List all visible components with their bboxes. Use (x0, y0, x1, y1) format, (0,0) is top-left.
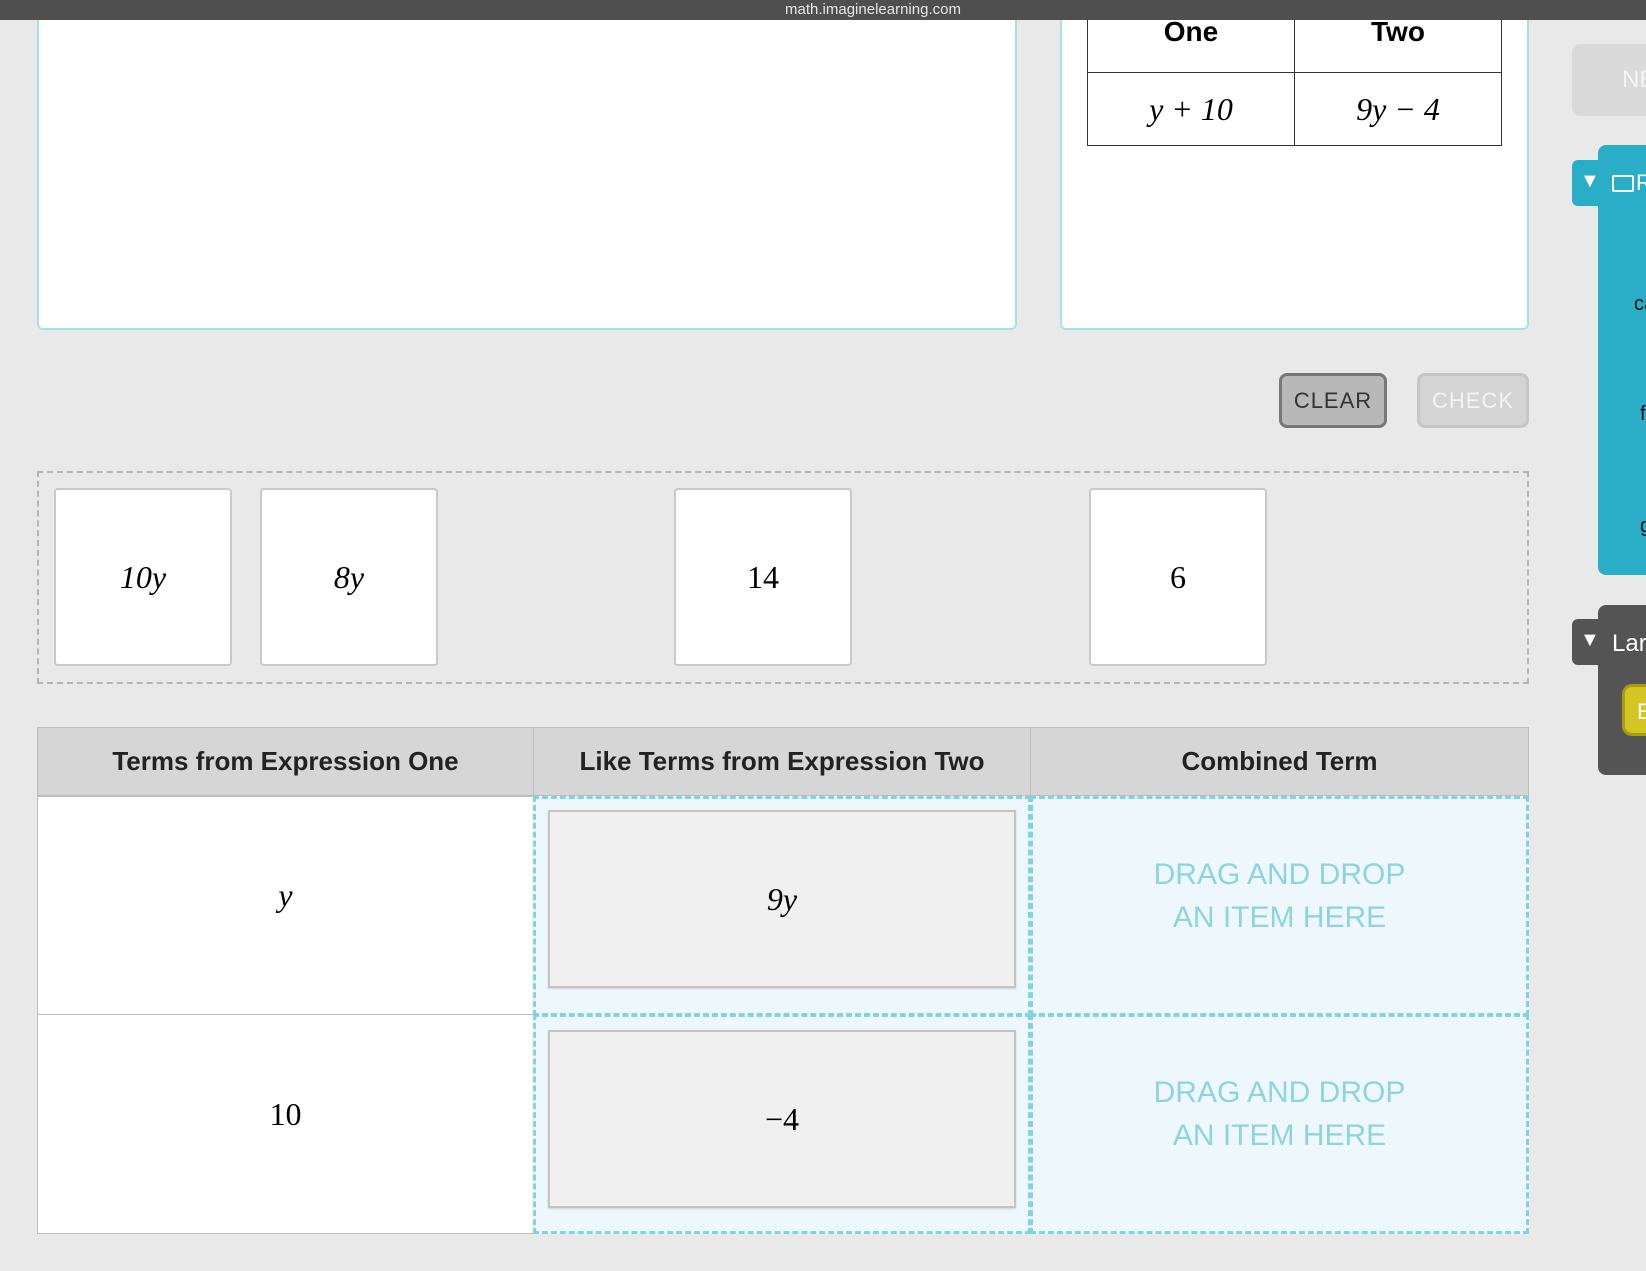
work-panel (37, 16, 1017, 330)
expressions-table: One Two y + 10 9y − 4 (1087, 16, 1502, 146)
tile-8y[interactable]: 8y (260, 488, 438, 666)
reference-panel (1598, 145, 1646, 575)
browser-address-bar: math.imaginelearning.com (0, 0, 1646, 20)
check-button[interactable]: CHECK (1417, 373, 1529, 428)
clear-button[interactable]: CLEAR (1279, 373, 1387, 428)
reference-text: f (1640, 403, 1646, 425)
expression-one: y + 10 (1087, 72, 1295, 146)
reference-text: g (1640, 515, 1646, 537)
reference-panel-title: R (1636, 170, 1646, 195)
combined-drop-row1[interactable]: DRAG AND DROP AN ITEM HERE (1030, 796, 1529, 1016)
header-combined-term: Combined Term (1030, 727, 1529, 796)
term-one-row2: 10 (37, 1014, 534, 1234)
expression-header-two: Two (1294, 16, 1502, 73)
placed-tile-neg4[interactable]: −4 (548, 1030, 1016, 1208)
reference-icon (1612, 175, 1634, 192)
url-text: math.imaginelearning.com (785, 1, 961, 18)
triangle-down-icon: ▼ (1580, 629, 1600, 651)
tile-14[interactable]: 14 (674, 488, 852, 666)
combined-drop-row2[interactable]: DRAG AND DROP AN ITEM HERE (1030, 1014, 1529, 1234)
language-button[interactable]: E (1622, 684, 1646, 736)
next-button[interactable]: NE (1572, 44, 1646, 116)
like-terms-table: Terms from Expression One Like Terms fro… (37, 727, 1529, 1234)
reference-panel-toggle[interactable]: ▼ (1572, 160, 1612, 206)
tile-6[interactable]: 6 (1089, 488, 1267, 666)
expression-header-one: One (1087, 16, 1295, 73)
reference-text: ca (1634, 293, 1646, 315)
tile-10y[interactable]: 10y (54, 488, 232, 666)
placed-tile-9y[interactable]: 9y (548, 810, 1016, 988)
term-one-row1: y (37, 796, 534, 1015)
triangle-down-icon: ▼ (1580, 170, 1600, 192)
header-terms-one: Terms from Expression One (37, 727, 534, 796)
expression-two: 9y − 4 (1294, 72, 1502, 146)
expressions-panel: One Two y + 10 9y − 4 (1060, 16, 1529, 330)
language-panel-toggle[interactable]: ▼ (1572, 619, 1612, 665)
language-panel-title: Lar (1612, 630, 1646, 657)
header-like-terms-two: Like Terms from Expression Two (533, 727, 1031, 796)
